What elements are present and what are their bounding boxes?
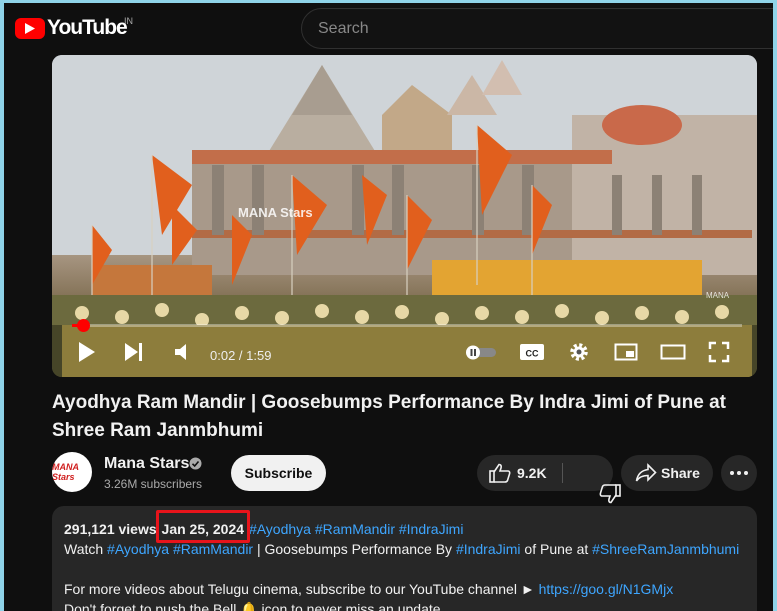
share-arrow-icon	[635, 463, 657, 482]
gear-icon	[570, 343, 588, 361]
video-player[interactable]: MANA Stars MANA 0:02 / 1:59 CC	[52, 55, 757, 377]
like-count: 9.2K	[517, 465, 547, 481]
hashtag-link[interactable]: #ShreeRamJanmbhumi	[592, 541, 739, 557]
progress-bar[interactable]	[72, 319, 742, 332]
upload-date-wrapper: Jan 25, 2024	[155, 510, 250, 543]
channel-name[interactable]: Mana Stars	[104, 455, 189, 473]
autoplay-toggle[interactable]	[464, 341, 498, 363]
share-label: Share	[661, 465, 700, 481]
theater-mode-icon	[660, 344, 686, 360]
search-input[interactable]	[318, 19, 773, 38]
video-corner-watermark: MANA	[706, 291, 730, 300]
logo-wordmark: YouTube	[47, 16, 128, 39]
hashtag-link[interactable]: #RamMandir	[315, 521, 395, 537]
svg-text:CC: CC	[526, 349, 539, 359]
youtube-watch-page: YouTube IN Search MANA Stars MANA 0:02 /…	[4, 3, 773, 611]
miniplayer-button[interactable]	[614, 341, 638, 363]
hashtag-link[interactable]: #RamMandir	[173, 541, 253, 557]
top-bar: YouTube IN	[4, 3, 773, 57]
subtitles-button[interactable]: CC	[519, 341, 545, 363]
verified-badge-icon	[189, 457, 202, 475]
fullscreen-icon	[708, 341, 730, 363]
next-icon	[125, 343, 142, 361]
description-box[interactable]: 291,121 views Jan 25, 2024 #Ayodhya #Ram…	[52, 506, 757, 611]
video-frame-image	[52, 55, 757, 377]
more-actions-button[interactable]	[721, 455, 757, 491]
share-button[interactable]: Share	[621, 455, 713, 491]
like-button[interactable]	[489, 463, 511, 488]
thumbs-up-icon	[489, 463, 511, 483]
next-button[interactable]	[124, 341, 144, 363]
like-dislike-group: 9.2K	[477, 455, 621, 504]
autoplay-toggle-icon	[466, 345, 496, 360]
theater-mode-button[interactable]	[660, 341, 686, 363]
channel-avatar[interactable]: MANA Stars	[52, 452, 92, 492]
view-count: 291,121 views	[64, 521, 157, 537]
hashtag-link[interactable]: #IndraJimi	[399, 521, 464, 537]
play-button[interactable]	[78, 341, 96, 363]
country-code: IN	[124, 16, 133, 26]
upload-date: Jan 25, 2024	[161, 521, 245, 537]
description-text: Watch	[64, 541, 104, 557]
search-box[interactable]	[301, 8, 773, 49]
miniplayer-icon	[614, 343, 638, 361]
description-line: Watch #Ayodhya #RamMandir | Goosebumps P…	[64, 539, 745, 559]
description-line: For more videos about Telugu cinema, sub…	[64, 579, 745, 599]
hashtag-link[interactable]: #Ayodhya	[107, 541, 169, 557]
thumbs-down-icon	[599, 484, 621, 504]
like-divider	[562, 463, 563, 483]
time-display: 0:02 / 1:59	[210, 348, 272, 363]
settings-button[interactable]	[568, 341, 590, 363]
description-meta: 291,121 views Jan 25, 2024 #Ayodhya #Ram…	[64, 510, 745, 543]
player-controls: 0:02 / 1:59 CC	[52, 337, 757, 373]
subscriber-count: 3.26M subscribers	[104, 477, 203, 491]
description-line: Don't forget to push the Bell 🔔 icon to …	[64, 601, 441, 611]
hashtag-link[interactable]: #Ayodhya	[249, 521, 311, 537]
closed-captions-icon: CC	[520, 344, 544, 360]
hashtag-link[interactable]: #IndraJimi	[456, 541, 521, 557]
channel-link[interactable]: https://goo.gl/N1GMjx	[539, 581, 674, 597]
youtube-logo[interactable]: YouTube IN	[15, 16, 133, 40]
fullscreen-button[interactable]	[708, 341, 730, 363]
avatar-logo-text: MANA Stars	[52, 462, 79, 482]
volume-icon	[175, 344, 186, 360]
video-watermark: MANA Stars	[238, 205, 313, 220]
video-title: Ayodhya Ram Mandir | Goosebumps Performa…	[52, 392, 726, 441]
dislike-button[interactable]	[577, 464, 621, 504]
play-logo-icon	[15, 17, 45, 39]
play-icon	[79, 342, 95, 362]
description-text: of Pune at	[524, 541, 589, 557]
subscribe-button[interactable]: Subscribe	[231, 455, 326, 491]
volume-button[interactable]	[174, 341, 194, 363]
description-text: | Goosebumps Performance By	[256, 541, 453, 557]
description-text: For more videos about Telugu cinema, sub…	[64, 581, 535, 597]
more-horizontal-icon	[730, 471, 748, 475]
